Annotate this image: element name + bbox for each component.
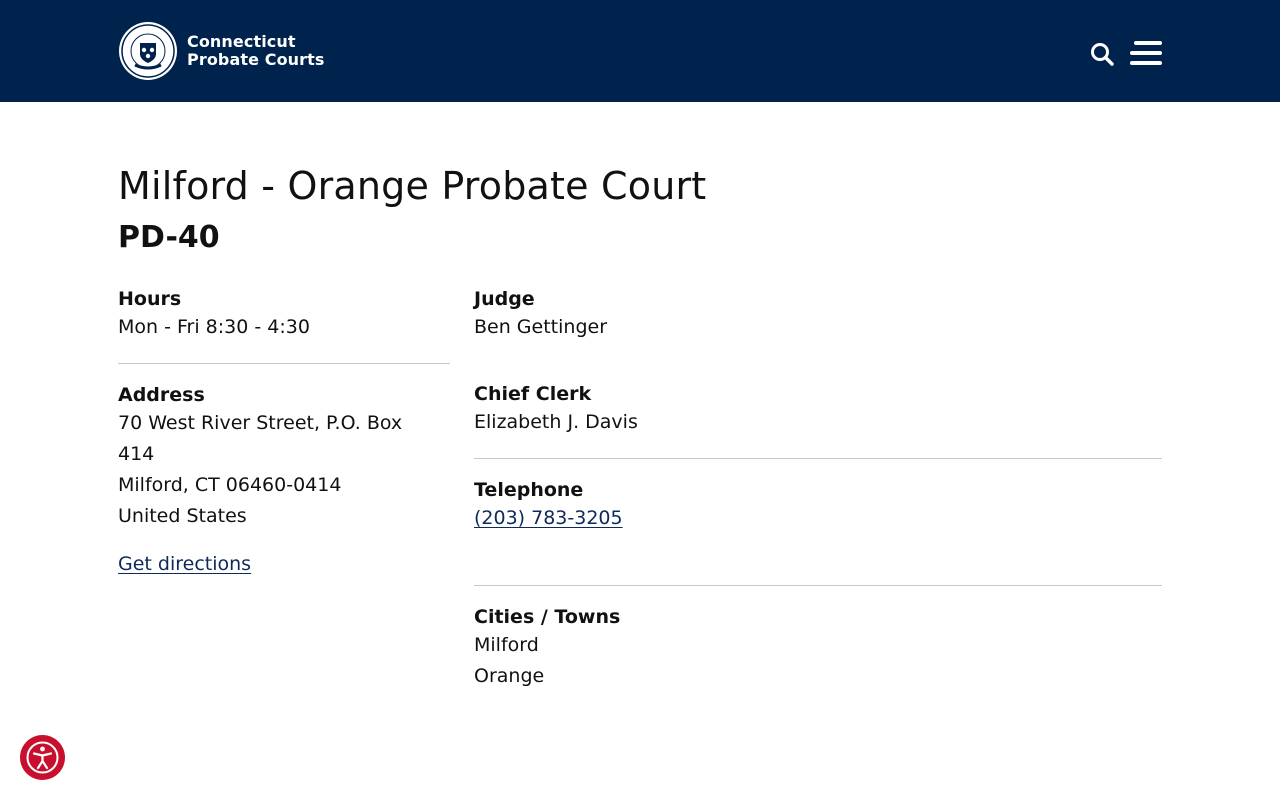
address-line-2: 414 [118,443,155,465]
address-label: Address [118,384,205,406]
brand-name: Connecticut Probate Courts [187,33,325,69]
district-code: PD-40 [118,220,220,255]
accessibility-button[interactable] [20,735,65,780]
towns-section: Cities / Towns Milford Orange [474,605,620,692]
chief-clerk-label: Chief Clerk [474,383,592,405]
page-title: Milford - Orange Probate Court [118,164,707,208]
accessibility-icon [26,741,59,774]
address-line-1: 70 West River Street, P.O. Box [118,412,403,434]
court-seal-icon [119,22,177,80]
town-item: Milford [474,634,539,656]
brand-line-2: Probate Courts [187,50,325,69]
address-line-4: United States [118,505,247,527]
telephone-label: Telephone [474,479,584,501]
divider [118,363,450,364]
address-section: Address 70 West River Street, P.O. Box 4… [118,383,450,532]
address-line-3: Milford, CT 06460-0414 [118,474,342,496]
town-item: Orange [474,665,545,687]
hamburger-menu-icon [1134,41,1162,45]
site-logo-link[interactable]: Connecticut Probate Courts [118,21,325,81]
telephone-section: Telephone (203) 783-3205 [474,478,623,534]
site-header: Connecticut Probate Courts [0,0,1280,102]
judge-label: Judge [474,288,535,310]
hours-label: Hours [118,288,182,310]
brand-line-1: Connecticut [187,32,296,51]
chief-clerk-section: Chief Clerk Elizabeth J. Davis [474,382,638,438]
telephone-link[interactable]: (203) 783-3205 [474,507,623,529]
search-icon [1091,43,1114,66]
chief-clerk-value: Elizabeth J. Davis [474,411,638,433]
menu-button[interactable] [1128,38,1164,68]
towns-label: Cities / Towns [474,606,621,628]
search-button[interactable] [1088,40,1116,68]
hours-section: Hours Mon - Fri 8:30 - 4:30 [118,287,310,343]
judge-section: Judge Ben Gettinger [474,287,607,343]
hours-value: Mon - Fri 8:30 - 4:30 [118,316,310,338]
judge-value: Ben Gettinger [474,316,607,338]
get-directions-link[interactable]: Get directions [118,553,251,575]
divider [474,585,1162,586]
directions-section: Get directions [118,553,251,575]
divider [474,458,1162,459]
